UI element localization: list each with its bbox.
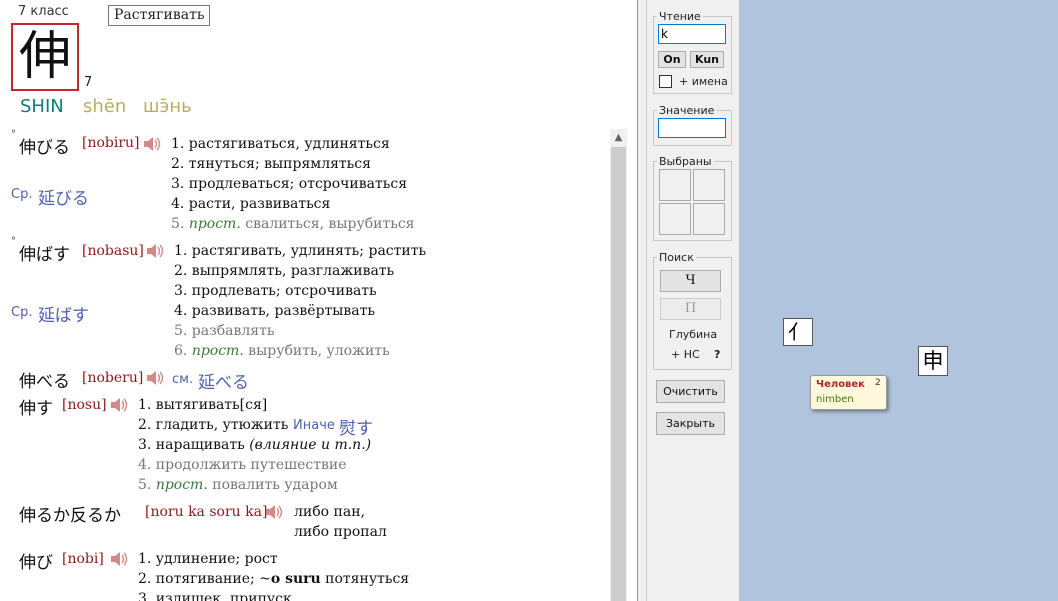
radical-romaji: nimben [816,394,854,405]
splitter[interactable] [638,0,646,601]
sense-5: 5. прост. свалиться, вырубиться [171,216,415,232]
selected-legend: Выбраны [659,155,712,168]
cross-ref-link[interactable]: 延ばす [38,301,89,326]
see-label: см. [172,372,194,387]
radical-chip[interactable]: 申 [918,346,948,376]
sense-5: 5. разбавлять [174,323,275,339]
kun-button[interactable]: Kun [690,51,724,68]
sense-1: 1. растягивать, удлинять; растить [174,243,427,259]
entry-romaji: [nobi] [62,551,104,567]
alt-label: Иначе [293,418,335,433]
sense-5: 5. прост. повалить ударом [138,477,338,493]
speaker-icon[interactable] [110,397,128,413]
selected-slot[interactable] [693,169,725,201]
entry-romaji: [nobiru] [82,135,140,151]
radical-name: Человек [816,379,865,390]
reading-input[interactable] [658,24,726,44]
entry-word: 伸るか反るか [19,506,121,526]
meaning-legend: Значение [659,104,715,117]
register-tag: прост. [191,343,244,359]
entry-word: 伸す [19,399,53,419]
register-tag: прост. [155,477,208,493]
names-label: + имена [679,75,728,88]
p-button[interactable]: П [660,298,721,320]
kanji-display[interactable]: 伸 [11,23,79,91]
translation-tooltip: Растягивать [108,5,211,26]
cross-ref-label: Ср. [11,187,33,202]
register-tag: прост. [188,216,241,232]
pinyin-reading: shēn [83,96,127,117]
common-mark: ° [11,129,16,140]
controls-panel: Чтение On Kun + имена Значение Выбраны П… [646,0,740,601]
sense-4: 4. развивать, развёртывать [174,303,376,319]
close-button[interactable]: Закрыть [656,412,725,435]
stroke-count: 7 [84,75,93,90]
sense-2: 2. тянуться; выпрямляться [171,156,371,172]
sense-1: 1. вытягивать[ся] [138,397,268,413]
sense-1: либо пан, [294,504,365,520]
alt-link[interactable]: 熨す [339,414,373,439]
radical-strokes: 2 [875,378,881,388]
entry-word: 伸び [19,553,53,573]
on-reading: SHIN [20,96,64,117]
kanji-detail-panel: 7 класс Растягивать 伸 7 SHIN shēn шэ̄нь … [0,0,638,601]
selected-slot[interactable] [693,203,725,235]
entry-word: 伸びる [19,138,70,158]
entry-word: 伸ばす [19,245,70,265]
radical-desk[interactable]: 亻 申 Человек 2 nimben [739,0,1058,601]
cross-ref-label: Ср. [11,305,33,320]
hc-toggle[interactable]: + НС [671,348,700,361]
clear-button[interactable]: Очистить [656,380,725,403]
search-legend: Поиск [659,251,694,264]
sense-3: 3. наращивать (влияние и т.п.) [138,437,372,453]
sense-1: 1. растягиваться, удлиняться [171,136,390,152]
entry-romaji: [nobasu] [82,243,144,259]
meaning-input[interactable] [658,118,726,138]
radical-card[interactable]: Человек 2 nimben [810,375,887,410]
on-button[interactable]: On [658,51,686,68]
sense-2: 2. потягивание; ~o suru потянуться [138,571,410,587]
selected-slot[interactable] [659,169,691,201]
scroll-up-icon[interactable]: ▲ [610,129,627,146]
radical-chip[interactable]: 亻 [783,318,813,346]
entry-romaji: [noru ka soru ka] [145,504,268,520]
sense-2: либо пропал [294,524,387,540]
see-link[interactable]: 延べる [198,368,249,393]
help-icon[interactable]: ? [714,348,720,361]
depth-label: Глубина [669,328,718,341]
scrollbar-thumb[interactable] [611,147,626,601]
sense-2: 2. гладить, утюжить [138,417,289,433]
speaker-icon[interactable] [143,136,161,152]
cyrillic-pinyin: шэ̄нь [143,96,192,117]
speaker-icon[interactable] [110,551,128,567]
sense-3: 3. излишек, припуск [138,591,292,601]
sense-3: 3. продлеваться; отсрочиваться [171,176,408,192]
sense-3: 3. продлевать; отсрочивать [174,283,377,299]
speaker-icon[interactable] [265,504,283,520]
ch-button[interactable]: Ч [660,270,721,292]
cross-ref-link[interactable]: 延びる [38,184,89,209]
sense-1: 1. удлинение; рост [138,551,278,567]
reading-legend: Чтение [659,10,701,23]
speaker-icon[interactable] [146,370,164,386]
common-mark: ° [11,236,16,247]
entry-romaji: [noberu] [82,370,144,386]
sense-6: 6. прост. вырубить, уложить [174,343,390,359]
entry-romaji: [nosu] [62,397,107,413]
sense-2: 2. выпрямлять, разглаживать [174,263,395,279]
grade-label: 7 класс [18,4,69,19]
sense-4: 4. расти, развиваться [171,196,331,212]
entry-word: 伸べる [19,372,70,392]
names-checkbox[interactable] [659,75,672,88]
speaker-icon[interactable] [146,243,164,259]
sense-4: 4. продолжить путешествие [138,457,347,473]
selected-slot[interactable] [659,203,691,235]
